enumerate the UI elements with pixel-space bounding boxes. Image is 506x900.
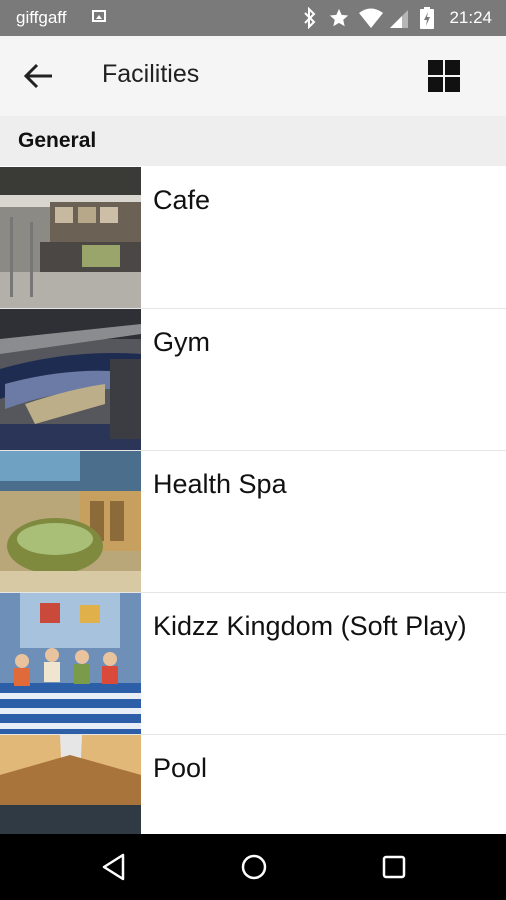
facility-label: Gym — [153, 327, 210, 357]
facility-label: Pool — [153, 753, 208, 783]
pool-photo — [0, 735, 141, 834]
facility-item-kidzz-kingdom[interactable]: Kidzz Kingdom (Soft Play) — [0, 593, 506, 735]
section-header: General — [0, 116, 506, 166]
page-title: Facilities — [102, 60, 200, 88]
system-nav-bar — [0, 834, 506, 900]
app-toolbar: Facilities — [0, 36, 506, 116]
battery-charging-icon — [420, 7, 434, 29]
grid-view-icon[interactable] — [426, 58, 462, 94]
wifi-icon — [359, 8, 383, 28]
facility-list: Cafe Gym Health Spa Kidzz Kingdom (Soft … — [0, 167, 506, 834]
status-bar: giffgaff 21:24 — [0, 0, 506, 36]
facility-item-health-spa[interactable]: Health Spa — [0, 451, 506, 593]
status-time: 21:24 — [449, 8, 492, 27]
gym-photo — [0, 309, 141, 450]
facility-item-gym[interactable]: Gym — [0, 309, 506, 451]
star-icon — [329, 8, 349, 27]
signal-icon — [390, 10, 408, 28]
home-circle-icon[interactable] — [239, 852, 269, 882]
facility-item-cafe[interactable]: Cafe — [0, 167, 506, 309]
carrier-name: giffgaff — [16, 8, 67, 27]
facility-label: Cafe — [153, 185, 211, 215]
bluetooth-icon — [304, 7, 316, 29]
recents-square-icon[interactable] — [379, 852, 409, 882]
facility-label: Kidzz Kingdom (Soft Play) — [153, 611, 467, 641]
cafe-photo — [0, 167, 141, 308]
soft-play-photo — [0, 593, 141, 734]
back-triangle-icon[interactable] — [99, 852, 129, 882]
section-title: General — [18, 129, 97, 152]
facility-item-pool[interactable]: Pool — [0, 735, 506, 834]
health-spa-photo — [0, 451, 141, 592]
arrow-back-icon[interactable] — [22, 60, 56, 92]
image-notification-icon — [92, 10, 106, 22]
facility-label: Health Spa — [153, 469, 287, 499]
